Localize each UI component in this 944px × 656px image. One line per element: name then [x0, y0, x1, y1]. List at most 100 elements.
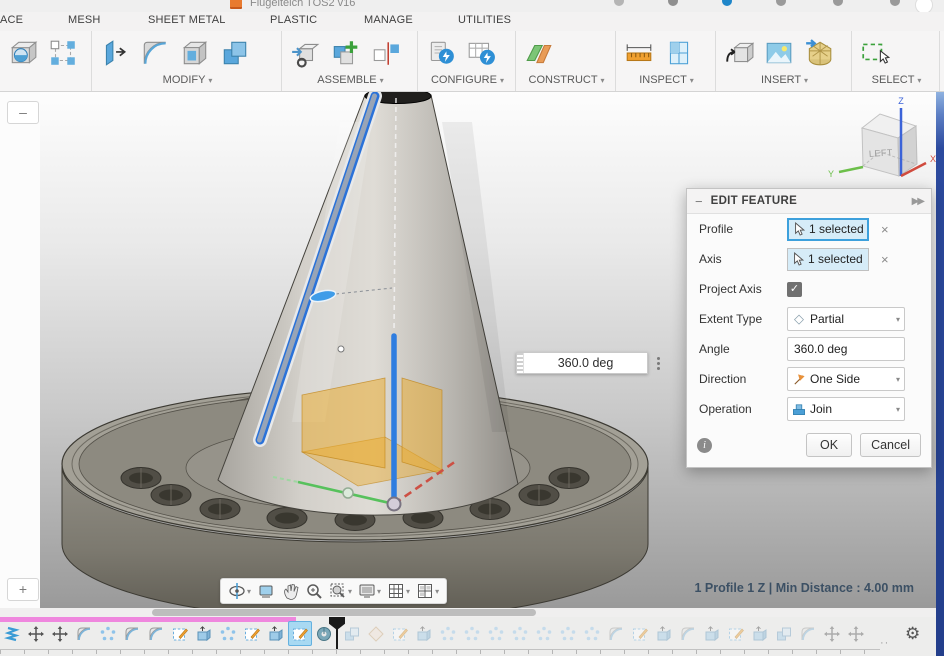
viewports-icon[interactable]: ▾ — [413, 580, 442, 602]
timeline-feature-move[interactable] — [50, 624, 70, 644]
window-zoom-icon[interactable]: ▾ — [326, 580, 355, 602]
clear-selection-icon[interactable]: × — [881, 252, 889, 267]
extensions-icon[interactable] — [614, 0, 624, 6]
zoom-icon[interactable] — [302, 580, 326, 602]
derive-icon[interactable] — [720, 33, 758, 73]
extent-type-dropdown[interactable]: ◇Partial▾ — [787, 307, 905, 331]
pan-icon[interactable] — [278, 580, 302, 602]
dialog-overflow-icon[interactable]: ▶▶ — [912, 196, 923, 207]
timeline-feature-fillet[interactable] — [146, 624, 166, 644]
toolbar-group-label[interactable]: INSPECT ▾ — [620, 74, 713, 86]
user-menu-icon[interactable] — [890, 0, 900, 6]
configuration-icon[interactable] — [422, 33, 460, 73]
timeline-feature-move-suppressed[interactable] — [822, 624, 842, 644]
canvas-icon[interactable] — [760, 33, 798, 73]
avatar[interactable] — [915, 0, 933, 12]
timeline-scrollbar-track[interactable] — [0, 608, 936, 617]
press-pull-icon[interactable] — [96, 33, 134, 73]
operation-dropdown[interactable]: Join▾ — [787, 397, 905, 421]
tab-sheet-metal[interactable]: SHEET METAL — [148, 12, 226, 31]
timeline-feature-extrude-suppressed[interactable] — [702, 624, 722, 644]
tab-utilities[interactable]: UTILITIES — [458, 12, 511, 31]
display-settings-icon[interactable]: ▾ — [355, 580, 384, 602]
browser-collapse-button[interactable]: – — [7, 101, 39, 124]
timeline-feature-sketch[interactable] — [170, 624, 190, 644]
tab-manage[interactable]: MANAGE — [364, 12, 413, 31]
construct-plane-icon[interactable] — [520, 33, 558, 73]
look-at-icon[interactable] — [254, 580, 278, 602]
browser-expand-button[interactable]: + — [7, 578, 39, 601]
fillet-icon[interactable] — [136, 33, 174, 73]
view-cube-face-label[interactable]: LEFT — [869, 147, 894, 159]
sketch-point[interactable] — [338, 346, 344, 352]
timeline-feature-pattern-suppressed[interactable] — [582, 624, 602, 644]
insert-component-icon[interactable] — [286, 33, 324, 73]
timeline-feature-fillet-suppressed[interactable] — [606, 624, 626, 644]
timeline-feature-combine-suppressed[interactable] — [774, 624, 794, 644]
timeline-feature-fillet-suppressed[interactable] — [798, 624, 818, 644]
timeline-feature-pattern-suppressed[interactable] — [486, 624, 506, 644]
toolbar-group-label[interactable]: SELECT ▾ — [856, 74, 937, 86]
timeline-feature-extrude-suppressed[interactable] — [654, 624, 674, 644]
section-analysis-icon[interactable] — [660, 33, 698, 73]
new-component-icon[interactable] — [326, 33, 364, 73]
view-cube[interactable]: LEFT Z X Y — [828, 96, 936, 179]
timeline-feature-pattern[interactable] — [218, 624, 238, 644]
form-icon[interactable] — [4, 33, 42, 73]
timeline-feature-fillet-suppressed[interactable] — [678, 624, 698, 644]
timeline-feature-extrude-suppressed[interactable] — [414, 624, 434, 644]
timeline-feature-extrude-suppressed[interactable] — [750, 624, 770, 644]
insert-mesh-icon[interactable] — [800, 33, 838, 73]
shell-icon[interactable] — [176, 33, 214, 73]
timeline-feature-split-suppressed[interactable] — [366, 624, 386, 644]
timeline-feature-pattern-suppressed[interactable] — [510, 624, 530, 644]
toolbar-group-label[interactable]: MODIFY ▾ — [96, 74, 279, 86]
timeline-feature-sketch-suppressed[interactable] — [630, 624, 650, 644]
grid-icon[interactable]: ▾ — [384, 580, 413, 602]
profile-selection-button[interactable]: 1 selected — [787, 218, 869, 241]
timeline-feature-fillet[interactable] — [74, 624, 94, 644]
timeline-feature-sketch-suppressed[interactable] — [390, 624, 410, 644]
toolbar-group-label[interactable]: ASSEMBLE ▾ — [286, 74, 415, 86]
toolbar-group-label[interactable]: CONSTRUCT ▾ — [520, 74, 613, 86]
settings-icon[interactable] — [833, 0, 843, 6]
timeline-feature-sketch[interactable] — [288, 621, 312, 646]
origin-point[interactable] — [388, 498, 401, 511]
select-icon[interactable] — [856, 33, 894, 73]
help-icon[interactable] — [776, 0, 786, 6]
job-status-icon[interactable] — [722, 0, 732, 6]
timeline-feature-sketch-suppressed[interactable] — [726, 624, 746, 644]
project-axis-checkbox[interactable]: ✓ — [787, 282, 802, 297]
timeline-scrollbar-thumb[interactable] — [152, 609, 536, 616]
edit-form-icon[interactable] — [44, 33, 82, 73]
timeline-feature-extrude[interactable] — [194, 624, 214, 644]
timeline-feature-extrude[interactable] — [266, 624, 286, 644]
timeline-overflow-dots[interactable]: ·· — [880, 637, 889, 649]
cancel-button[interactable]: Cancel — [860, 433, 921, 457]
toolbar-group-label[interactable]: INSERT ▾ — [720, 74, 849, 86]
drag-grip-icon[interactable] — [517, 353, 524, 373]
combine-icon[interactable] — [216, 33, 254, 73]
measure-icon[interactable] — [620, 33, 658, 73]
timeline-feature-pattern-suppressed[interactable] — [462, 624, 482, 644]
dialog-collapse-icon[interactable]: − — [695, 194, 703, 209]
timeline-feature-coil[interactable] — [2, 624, 22, 644]
axis-handle[interactable] — [343, 488, 353, 498]
timeline-feature-pattern-suppressed[interactable] — [438, 624, 458, 644]
floating-input-menu-icon[interactable] — [654, 353, 662, 373]
timeline-feature-move[interactable] — [26, 624, 46, 644]
orbit-icon[interactable]: ▾ — [225, 580, 254, 602]
timeline-feature-pattern[interactable] — [98, 624, 118, 644]
configuration-table-icon[interactable] — [462, 33, 500, 73]
tab-mesh[interactable]: MESH — [68, 12, 101, 31]
timeline-feature-combine-suppressed[interactable] — [342, 624, 362, 644]
angle-floating-input[interactable]: 360.0 deg — [516, 352, 648, 374]
tab-plastic[interactable]: PLASTIC — [270, 12, 317, 31]
clear-selection-icon[interactable]: × — [881, 222, 889, 237]
timeline-feature-pattern-suppressed[interactable] — [534, 624, 554, 644]
dialog-header[interactable]: − EDIT FEATURE ▶▶ — [687, 189, 931, 214]
ok-button[interactable]: OK — [806, 433, 852, 457]
timeline-feature-sketch[interactable] — [242, 624, 262, 644]
axis-selection-button[interactable]: 1 selected — [787, 248, 869, 271]
angle-input[interactable]: 360.0 deg — [787, 337, 905, 361]
